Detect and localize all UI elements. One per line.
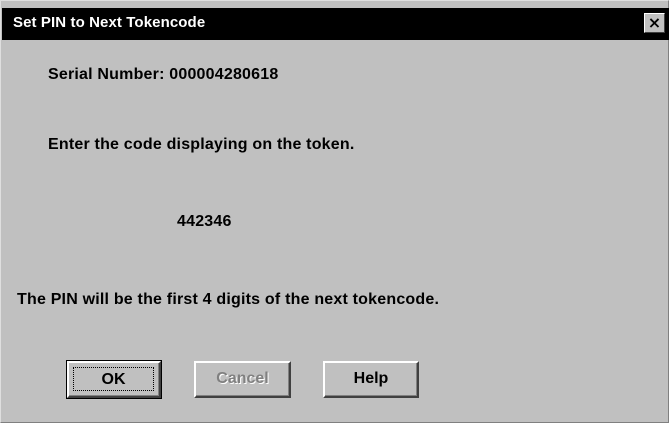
serial-number-label: Serial Number: 000004280618 bbox=[48, 66, 279, 83]
pin-note-text: The PIN will be the first 4 digits of th… bbox=[17, 291, 440, 308]
ok-button-label: OK bbox=[73, 367, 154, 391]
set-pin-dialog: Set PIN to Next Tokencode × Serial Numbe… bbox=[0, 0, 669, 423]
cancel-button-label: Cancel bbox=[216, 370, 269, 387]
title-bar[interactable]: Set PIN to Next Tokencode × bbox=[2, 8, 669, 40]
help-button-label: Help bbox=[353, 370, 389, 387]
ok-button[interactable]: OK bbox=[66, 360, 162, 399]
tokencode-value: 442346 bbox=[177, 213, 232, 230]
close-button[interactable]: × bbox=[644, 13, 665, 33]
cancel-button[interactable]: Cancel bbox=[194, 361, 291, 398]
help-button[interactable]: Help bbox=[323, 361, 419, 398]
close-icon: × bbox=[647, 13, 662, 32]
instruction-text: Enter the code displaying on the token. bbox=[48, 136, 355, 153]
window-title: Set PIN to Next Tokencode bbox=[13, 14, 206, 31]
